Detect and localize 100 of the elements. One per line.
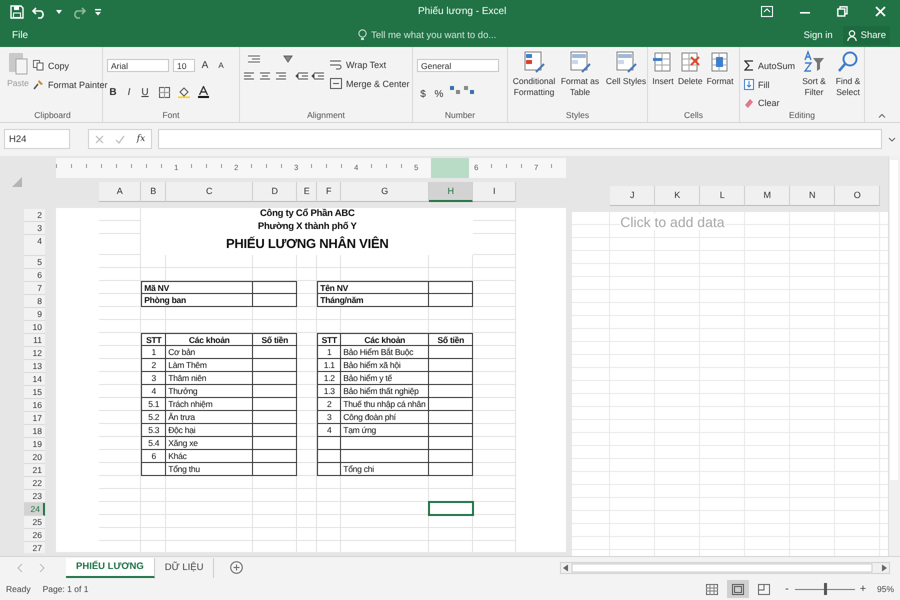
zoom-slider-thumb[interactable]: [824, 583, 827, 596]
currency-button[interactable]: $: [417, 89, 429, 100]
find-select-button[interactable]: Find & Select: [833, 50, 864, 98]
row-header[interactable]: 22: [24, 476, 45, 490]
row-header[interactable]: 18: [24, 424, 45, 438]
merge-center-button[interactable]: Merge & Center: [330, 78, 410, 90]
row-header[interactable]: 24: [24, 502, 45, 516]
row-header[interactable]: 27: [24, 542, 45, 553]
style-button[interactable]: Conditional Formatting: [512, 50, 556, 98]
wrap-text-button[interactable]: Wrap Text: [330, 60, 410, 70]
column-header[interactable]: M: [745, 186, 790, 206]
font-size-field[interactable]: 10: [173, 59, 195, 72]
restore-icon[interactable]: [837, 6, 848, 18]
sort-filter-button[interactable]: Sort & Filter: [799, 50, 830, 98]
row-header[interactable]: 5: [24, 256, 45, 269]
column-header[interactable]: H: [429, 182, 474, 202]
underline-button[interactable]: U: [139, 86, 151, 98]
row-header[interactable]: 2: [24, 208, 45, 222]
decimal-icon[interactable]: [449, 85, 475, 96]
row-header[interactable]: 10: [24, 320, 45, 334]
zoom-out-button[interactable]: -: [782, 583, 792, 596]
percent-button[interactable]: %: [433, 89, 445, 100]
column-header[interactable]: K: [655, 186, 700, 206]
row-header[interactable]: 14: [24, 372, 45, 386]
format-painter-button[interactable]: Format Painter: [33, 79, 108, 90]
number-format-field[interactable]: General: [417, 59, 499, 72]
column-header[interactable]: B: [141, 182, 166, 202]
style-button[interactable]: Format as Table: [558, 50, 602, 98]
fill-button[interactable]: Fill: [744, 79, 796, 90]
row-header[interactable]: 7: [24, 282, 45, 295]
font-color-icon[interactable]: [198, 86, 209, 98]
row-header[interactable]: 9: [24, 308, 45, 321]
style-button[interactable]: Cell Styles: [604, 50, 648, 87]
expand-icon[interactable]: [888, 136, 896, 142]
row-header[interactable]: 6: [24, 268, 45, 282]
column-header[interactable]: F: [317, 182, 342, 202]
row-header[interactable]: 23: [24, 490, 45, 503]
formula-input[interactable]: [158, 129, 882, 150]
collapse-ribbon-icon[interactable]: [878, 112, 886, 118]
row-header[interactable]: 8: [24, 294, 45, 308]
table-cell: [429, 372, 474, 385]
borders-icon[interactable]: [159, 86, 170, 98]
row-header[interactable]: 17: [24, 412, 45, 425]
save-icon[interactable]: [10, 4, 24, 19]
row-header[interactable]: 11: [24, 334, 45, 347]
sign-in-link[interactable]: Sign in: [804, 30, 833, 41]
vertical-scrollbar[interactable]: [888, 156, 900, 556]
italic-button[interactable]: I: [123, 86, 135, 98]
close-icon[interactable]: [875, 6, 886, 18]
file-tab[interactable]: File: [12, 30, 28, 41]
row-header[interactable]: 25: [24, 516, 45, 529]
table-cell: [141, 462, 166, 476]
zoom-in-button[interactable]: +: [858, 583, 868, 596]
table-cell: Tổng chi: [341, 462, 430, 476]
copy-button[interactable]: Copy: [33, 60, 108, 72]
fill-color-icon[interactable]: [178, 86, 190, 98]
row-header[interactable]: 3: [24, 222, 45, 235]
column-header[interactable]: C: [166, 182, 254, 202]
ribbon-display-icon[interactable]: [761, 6, 773, 18]
sheet-tab[interactable]: PHIẾU LƯƠNG: [66, 558, 155, 578]
tell-me-field[interactable]: Tell me what you want to do...: [371, 30, 532, 41]
row-header[interactable]: 15: [24, 386, 45, 399]
grow-font-button[interactable]: A: [199, 60, 211, 72]
add-sheet-icon[interactable]: [230, 561, 244, 574]
column-header[interactable]: G: [341, 182, 430, 202]
text-align-icon[interactable]: [244, 72, 326, 82]
column-header[interactable]: J: [610, 186, 656, 206]
font-name-field[interactable]: Arial: [107, 59, 169, 72]
bold-button[interactable]: B: [107, 86, 119, 98]
shrink-font-button[interactable]: A: [215, 61, 227, 70]
autosum-button[interactable]: AutoSum: [744, 60, 796, 72]
column-header[interactable]: D: [253, 182, 298, 202]
clear-button[interactable]: Clear: [744, 98, 796, 108]
table-cell: Thưởng: [166, 384, 254, 398]
row-header[interactable]: 26: [24, 528, 45, 542]
column-header[interactable]: E: [297, 182, 318, 202]
name-box[interactable]: H24: [4, 129, 70, 150]
cells-button[interactable]: Delete: [678, 50, 703, 87]
clipboard-icon: [7, 50, 29, 76]
insert-function-button[interactable]: fx: [136, 134, 146, 144]
page-layout-view-button[interactable]: [726, 580, 749, 598]
row-header[interactable]: 12: [24, 346, 45, 360]
share-button[interactable]: Share: [842, 26, 890, 45]
column-header[interactable]: O: [835, 186, 880, 206]
cells-button[interactable]: Format: [706, 50, 734, 87]
row-header[interactable]: 13: [24, 360, 45, 373]
column-header[interactable]: A: [99, 182, 142, 202]
cells-button[interactable]: Insert: [652, 50, 674, 87]
row-header[interactable]: 19: [24, 438, 45, 451]
row-header[interactable]: 21: [24, 464, 45, 477]
row-header[interactable]: 20: [24, 450, 45, 464]
column-header[interactable]: N: [790, 186, 836, 206]
column-header[interactable]: I: [473, 182, 516, 202]
row-header[interactable]: 16: [24, 398, 45, 412]
row-header[interactable]: 4: [24, 234, 45, 256]
table-cell: [253, 450, 298, 463]
caret-icon[interactable]: [56, 10, 62, 14]
column-header[interactable]: L: [700, 186, 746, 206]
horizontal-scrollbar[interactable]: [560, 562, 890, 574]
customize-toolbar-icon[interactable]: [94, 8, 102, 16]
